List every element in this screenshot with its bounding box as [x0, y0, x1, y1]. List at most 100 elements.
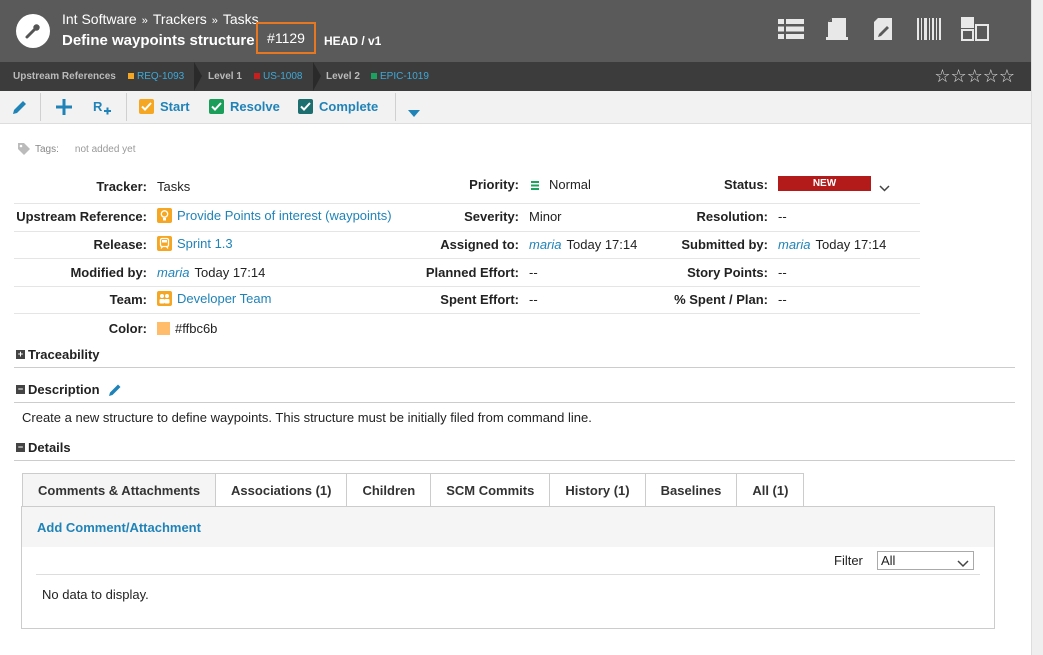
breadcrumb: Int Software » Trackers » Tasks — [62, 11, 259, 27]
breadcrumb-tracker[interactable]: Tasks — [223, 11, 259, 27]
status-chevron-down-icon[interactable] — [879, 180, 890, 195]
modified-by-label: Modified by: — [70, 265, 147, 280]
modified-by-value: maria Today 17:14 — [157, 265, 265, 280]
story-points-value-text: -- — [778, 265, 787, 280]
complete-label: Complete — [319, 99, 379, 114]
start-label: Start — [160, 99, 190, 114]
planned-effort-value-text: -- — [529, 265, 538, 280]
tags-value[interactable]: not added yet — [75, 144, 136, 155]
page-scrollbar[interactable] — [1031, 0, 1043, 655]
story-points-label: Story Points: — [687, 265, 768, 280]
version-label[interactable]: HEAD / v1 — [324, 34, 381, 48]
breadcrumb-project[interactable]: Int Software — [62, 11, 137, 27]
traceability-section-header[interactable]: + Traceability — [16, 347, 100, 362]
team-link[interactable]: Developer Team — [177, 291, 271, 306]
ref-epic-link[interactable]: EPIC-1019 — [371, 71, 429, 82]
submitted-by-label: Submitted by: — [681, 237, 768, 252]
release-value[interactable]: Sprint 1.3 — [157, 236, 233, 251]
chevron-down-icon — [957, 555, 969, 572]
complete-check-icon — [298, 99, 313, 114]
breadcrumb-separator: » — [211, 15, 218, 27]
resolve-button[interactable]: Resolve — [209, 99, 280, 114]
upstream-reference-value[interactable]: Provide Points of interest (waypoints) — [157, 208, 392, 223]
collapse-minus-icon[interactable]: − — [16, 443, 25, 452]
tab-scm-commits[interactable]: SCM Commits — [431, 473, 551, 507]
tab-comments-attachments[interactable]: Comments & Attachments — [22, 473, 217, 507]
start-check-icon — [139, 99, 154, 114]
start-button[interactable]: Start — [139, 99, 190, 114]
add-relation-icon[interactable]: R — [92, 98, 112, 121]
upstream-references-label: Upstream References — [13, 71, 116, 82]
upstream-reference-link[interactable]: Provide Points of interest (waypoints) — [177, 208, 392, 223]
edit-pencil-icon[interactable] — [11, 98, 29, 119]
more-actions-dropdown-icon[interactable] — [408, 105, 420, 120]
tab-children[interactable]: Children — [347, 473, 432, 507]
upstream-references-bar: Upstream References REQ-1093 Level 1 US-… — [0, 62, 1031, 91]
priority-value-text: Normal — [549, 177, 591, 192]
assigned-to-user-link[interactable]: maria — [529, 237, 562, 252]
list-icon[interactable] — [777, 16, 805, 42]
color-value: #ffbc6b — [157, 321, 217, 336]
toolbar-divider — [40, 93, 41, 121]
ref-req-label[interactable]: REQ-1093 — [137, 71, 184, 82]
release-link[interactable]: Sprint 1.3 — [177, 236, 233, 251]
breadcrumb-separator: » — [141, 15, 148, 27]
details-title: Details — [28, 440, 71, 455]
tracker-logo-icon[interactable] — [16, 14, 50, 48]
tag-icon — [18, 143, 30, 155]
edit-description-pencil-icon[interactable] — [108, 382, 123, 397]
no-data-message: No data to display. — [42, 587, 149, 602]
tab-associations[interactable]: Associations (1) — [216, 473, 348, 507]
story-points-value: -- — [778, 265, 787, 280]
breadcrumb-trackers[interactable]: Trackers — [153, 11, 207, 27]
submitted-by-user-link[interactable]: maria — [778, 237, 811, 252]
description-title: Description — [28, 382, 100, 397]
team-value[interactable]: Developer Team — [157, 291, 271, 306]
add-comment-link[interactable]: Add Comment/Attachment — [37, 520, 201, 535]
expand-plus-icon[interactable]: + — [16, 350, 25, 359]
tab-baselines[interactable]: Baselines — [645, 473, 738, 507]
modified-by-user-link[interactable]: maria — [157, 265, 190, 280]
tab-history[interactable]: History (1) — [550, 473, 646, 507]
filter-select[interactable]: All — [877, 551, 974, 570]
level1-label: Level 1 — [208, 71, 242, 82]
field-divider — [14, 203, 920, 204]
color-swatch — [157, 322, 170, 335]
field-divider — [14, 258, 920, 259]
layout-icon[interactable] — [961, 16, 989, 42]
details-section-header[interactable]: − Details — [16, 440, 71, 455]
barcode-icon[interactable] — [915, 16, 943, 42]
ref-req-link[interactable]: REQ-1093 — [128, 71, 184, 82]
complete-button[interactable]: Complete — [298, 99, 378, 114]
status-badge[interactable]: NEW — [778, 176, 871, 191]
comments-tab-panel: Add Comment/Attachment Filter All No dat… — [21, 506, 995, 629]
field-divider — [14, 313, 920, 314]
svg-text:R: R — [93, 99, 103, 114]
resolution-value: -- — [778, 209, 787, 224]
epic-color-icon — [371, 73, 377, 79]
resolution-label: Resolution: — [696, 209, 769, 224]
separator-arrow — [313, 62, 321, 91]
rating-stars[interactable]: ☆☆☆☆☆ — [934, 66, 1015, 87]
add-plus-icon[interactable] — [55, 98, 73, 119]
document-icon[interactable] — [823, 16, 851, 42]
ref-us-label[interactable]: US-1008 — [263, 71, 302, 82]
spent-effort-value: -- — [529, 292, 538, 307]
color-value-text: #ffbc6b — [175, 321, 218, 336]
spent-effort-value-text: -- — [529, 292, 538, 307]
field-divider — [14, 286, 920, 287]
description-text: Create a new structure to define waypoin… — [22, 410, 592, 425]
modified-by-time: Today 17:14 — [194, 265, 266, 280]
collapse-minus-icon[interactable]: − — [16, 385, 25, 394]
description-section-header[interactable]: − Description — [16, 382, 123, 397]
planned-effort-label: Planned Effort: — [425, 265, 519, 280]
section-divider — [14, 460, 1015, 461]
priority-value: Normal — [529, 177, 591, 192]
tab-all[interactable]: All (1) — [737, 473, 805, 507]
section-divider — [14, 402, 1015, 403]
priority-normal-icon — [531, 180, 539, 190]
edit-document-icon[interactable] — [869, 16, 897, 42]
ref-epic-label[interactable]: EPIC-1019 — [380, 71, 429, 82]
upstream-reference-label: Upstream Reference: — [16, 209, 147, 224]
ref-us-link[interactable]: US-1008 — [254, 71, 302, 82]
